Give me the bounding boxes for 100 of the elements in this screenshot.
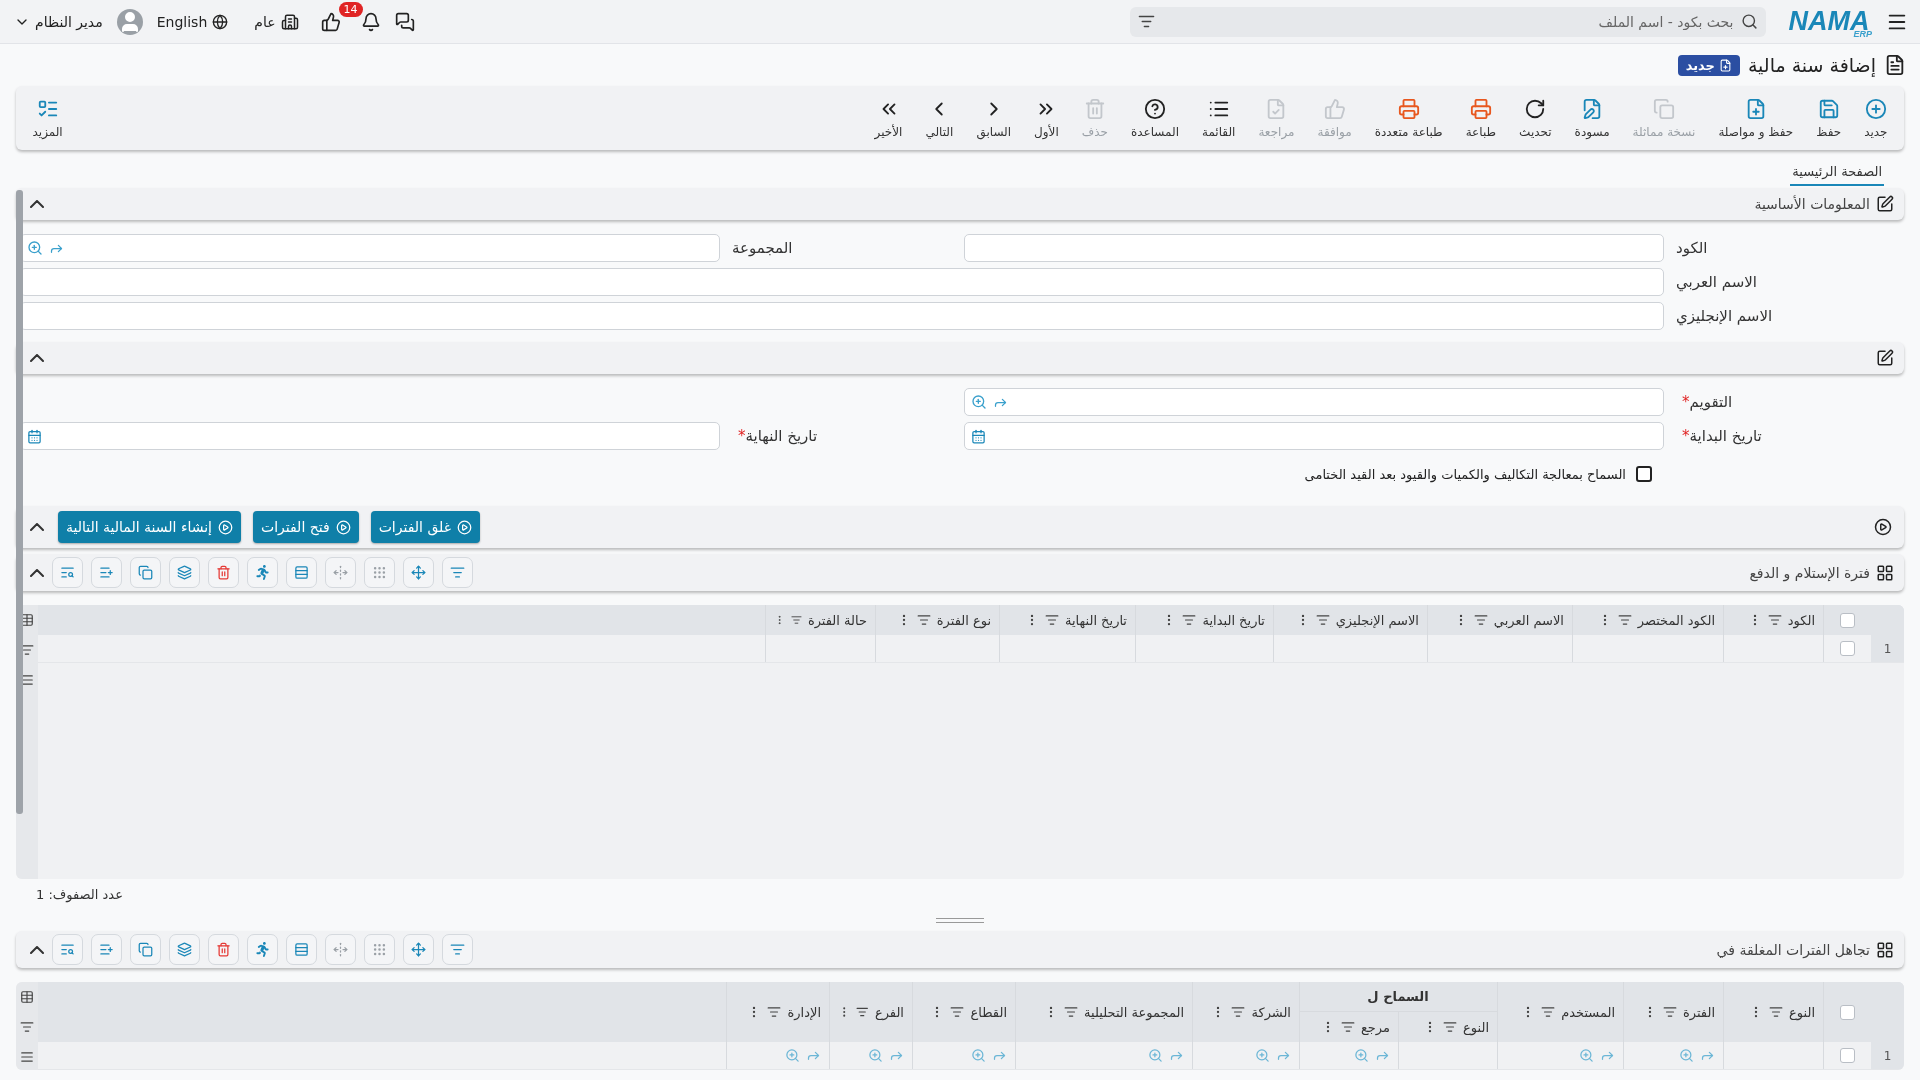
toolbar-button[interactable]: مسودة [1564,93,1621,143]
column-header[interactable]: الإدارة [787,1004,821,1020]
globe-icon[interactable] [212,13,229,30]
list-plus-button[interactable] [91,557,122,588]
table-icon[interactable] [20,613,34,627]
user-name[interactable]: مدير النظام [35,13,103,30]
input-field[interactable] [20,302,1664,330]
filter-icon[interactable] [1044,613,1059,627]
column-header[interactable]: الفرع [874,1004,904,1020]
collapse-button[interactable] [28,521,46,533]
calendar-icon[interactable] [971,428,986,444]
filter-icon[interactable] [20,1020,34,1034]
action-button[interactable]: فتح الفترات [253,511,359,543]
more-button[interactable]: المزيد [22,93,74,143]
collapse-button[interactable] [28,352,46,364]
filter-icon[interactable] [1662,1005,1677,1019]
collapse-button[interactable] [28,943,46,956]
column-header[interactable]: تاريخ النهاية [1064,612,1127,628]
date-field[interactable] [20,422,720,450]
column-header[interactable]: القطاع [970,1004,1007,1020]
bell-icon[interactable] [360,11,381,32]
toolbar-button[interactable]: التالي [914,93,964,143]
column-header[interactable]: مرجع [1360,1019,1390,1035]
move-button[interactable] [403,557,434,588]
filter-icon[interactable] [856,1005,869,1019]
toolbar-button[interactable]: السابق [965,93,1022,143]
toolbar-button[interactable]: طباعة متعددة [1364,93,1454,143]
filter-icon[interactable] [1340,1020,1355,1034]
column-header[interactable]: نوع الفترة [936,612,991,628]
search-input[interactable]: بحث بكود - اسم الملف [1161,12,1736,31]
thumbs-up-icon[interactable] [320,11,341,32]
column-header[interactable]: الفترة [1682,1004,1715,1020]
filter-button[interactable] [442,557,473,588]
checkbox[interactable] [1840,641,1855,656]
grip-dots-button[interactable] [364,557,395,588]
filter-icon[interactable] [1138,13,1156,30]
lookup-field[interactable] [964,388,1664,416]
action-button[interactable]: إنشاء السنة المالية التالية [58,511,241,543]
collapse-button[interactable] [28,198,46,210]
chat-icon[interactable] [394,11,415,32]
checkbox[interactable] [1840,1048,1855,1063]
checkbox[interactable] [1840,1004,1855,1020]
search-list-button[interactable] [52,934,83,965]
filter-icon[interactable] [1541,1005,1556,1019]
toolbar-button[interactable]: الأول [1023,93,1070,143]
search-field[interactable]: بحث بكود - اسم الملف [1130,6,1767,37]
filter-icon[interactable] [767,1005,782,1019]
layers-button[interactable] [169,557,200,588]
search-plus-icon[interactable] [971,394,987,410]
input-field[interactable] [20,268,1664,296]
copy-button[interactable] [130,557,161,588]
filter-icon[interactable] [1617,613,1632,627]
toolbar-button[interactable]: طباعة [1455,93,1507,143]
search-plus-icon[interactable] [27,240,43,256]
column-header[interactable]: حالة الفترة [807,612,867,628]
tab[interactable]: الصفحة الرئيسية [1790,160,1884,186]
trash-button[interactable] [208,557,239,588]
layers-button[interactable] [169,934,200,965]
column-header[interactable]: النوع [1463,1019,1489,1035]
list-plus-button[interactable] [91,934,122,965]
running-figure-button[interactable] [247,557,278,588]
column-header[interactable]: الكود المختصر [1637,612,1715,628]
filter-button[interactable] [442,934,473,965]
column-header[interactable]: تاريخ البداية [1202,612,1265,628]
column-header[interactable]: المستخدم [1561,1004,1615,1020]
filter-icon[interactable] [950,1005,965,1019]
collapse-button[interactable] [28,566,46,579]
table-icon[interactable] [20,990,34,1004]
column-header[interactable]: الكود [1787,612,1815,628]
input-field[interactable] [964,234,1664,262]
column-header[interactable]: الشركة [1251,1004,1291,1020]
lookup-field[interactable] [20,234,720,262]
new-button[interactable]: جديد [1677,54,1740,76]
toolbar-button[interactable]: حفظ و مواصلة [1707,93,1804,143]
checkbox[interactable] [1840,612,1855,628]
toolbar-button[interactable]: القائمة [1191,93,1246,143]
column-header[interactable]: المجموعة التحليلية [1084,1004,1184,1020]
calendar-icon[interactable] [27,428,42,444]
running-figure-button[interactable] [247,934,278,965]
toolbar-button[interactable]: الأخير [864,93,913,143]
company-name[interactable]: عام [254,13,276,30]
filter-icon[interactable] [1064,1005,1079,1019]
filter-icon[interactable] [1767,613,1782,627]
filter-icon[interactable] [1231,1005,1246,1019]
resize-handle[interactable] [936,917,984,923]
filter-icon[interactable] [1769,1005,1784,1019]
filter-icon[interactable] [20,643,34,657]
rows-button[interactable] [286,557,317,588]
search-list-button[interactable] [52,557,83,588]
filter-icon[interactable] [916,613,931,627]
toolbar-button[interactable]: المساعدة [1120,93,1190,143]
toolbar-button[interactable]: تحديث [1508,93,1563,143]
filter-icon[interactable] [1315,613,1330,627]
grip-dots-button[interactable] [364,934,395,965]
checkbox[interactable] [1636,466,1652,482]
action-button[interactable]: غلق الفترات [370,511,481,543]
move-button[interactable] [403,934,434,965]
trash-button[interactable] [208,934,239,965]
copy-button[interactable] [130,934,161,965]
column-header[interactable]: الاسم الإنجليزي [1335,612,1419,628]
